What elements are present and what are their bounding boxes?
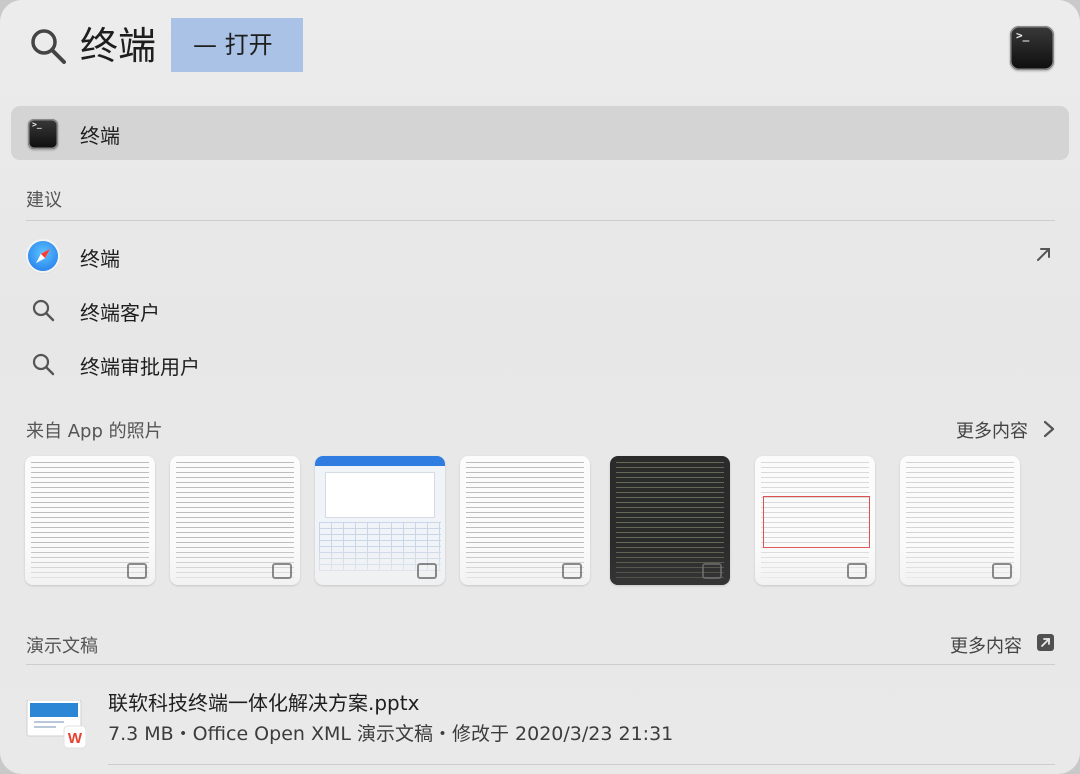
terminal-icon: >_ xyxy=(1010,26,1054,70)
photo-thumbnail[interactable] xyxy=(315,456,445,585)
live-text-icon xyxy=(272,563,292,579)
search-bar[interactable]: 终端 — 打开 >_ xyxy=(0,0,1080,92)
search-icon xyxy=(31,29,66,64)
section-title-photos: 来自 App 的照片 xyxy=(26,421,163,442)
live-text-icon xyxy=(417,563,437,579)
search-input[interactable]: 终端 xyxy=(80,18,156,74)
top-hit-row[interactable] xyxy=(11,106,1069,160)
safari-icon xyxy=(28,241,58,271)
open-external-icon[interactable] xyxy=(1037,634,1054,651)
documents-more-link[interactable]: 更多内容 xyxy=(950,632,1022,658)
photo-thumbnail[interactable] xyxy=(25,456,155,585)
photo-thumbnail[interactable] xyxy=(900,456,1020,585)
document-meta: 7.3 MB・Office Open XML 演示文稿・修改于 2020/3/2… xyxy=(108,723,674,745)
wps-presentation-icon: W xyxy=(26,700,86,749)
suggestion-label: 终端客户 xyxy=(80,301,160,325)
document-name: 联软科技终端一体化解决方案.pptx xyxy=(108,691,420,715)
photo-thumbnail[interactable] xyxy=(170,456,300,585)
terminal-icon: >_ xyxy=(28,119,58,149)
spotlight-panel: 终端 — 打开 >_ >_ 终端 建议 终端 终端客户 终端审批用户 来自 Ap… xyxy=(0,0,1080,774)
suggestion-label: 终端审批用户 xyxy=(80,355,200,379)
section-title-documents: 演示文稿 xyxy=(26,636,98,657)
divider xyxy=(108,764,1055,765)
search-icon xyxy=(32,299,55,322)
photo-thumbnail[interactable] xyxy=(755,456,875,585)
arrow-up-right-icon[interactable] xyxy=(1034,244,1054,264)
section-title-suggestions: 建议 xyxy=(26,190,62,211)
chevron-right-icon[interactable] xyxy=(1042,420,1056,438)
suggestion-label: 终端 xyxy=(80,247,120,271)
photo-thumbnail[interactable] xyxy=(460,456,590,585)
search-completion: — 打开 xyxy=(171,18,303,72)
live-text-icon xyxy=(992,563,1012,579)
live-text-icon xyxy=(127,563,147,579)
divider xyxy=(26,220,1055,221)
divider xyxy=(26,664,1055,665)
live-text-icon xyxy=(847,563,867,579)
top-hit-label: 终端 xyxy=(80,124,120,148)
search-icon xyxy=(32,353,55,376)
live-text-icon xyxy=(702,563,722,579)
live-text-icon xyxy=(562,563,582,579)
photo-thumbnail[interactable] xyxy=(610,456,730,585)
svg-text:W: W xyxy=(68,730,83,747)
photos-more-link[interactable]: 更多内容 xyxy=(956,417,1028,443)
